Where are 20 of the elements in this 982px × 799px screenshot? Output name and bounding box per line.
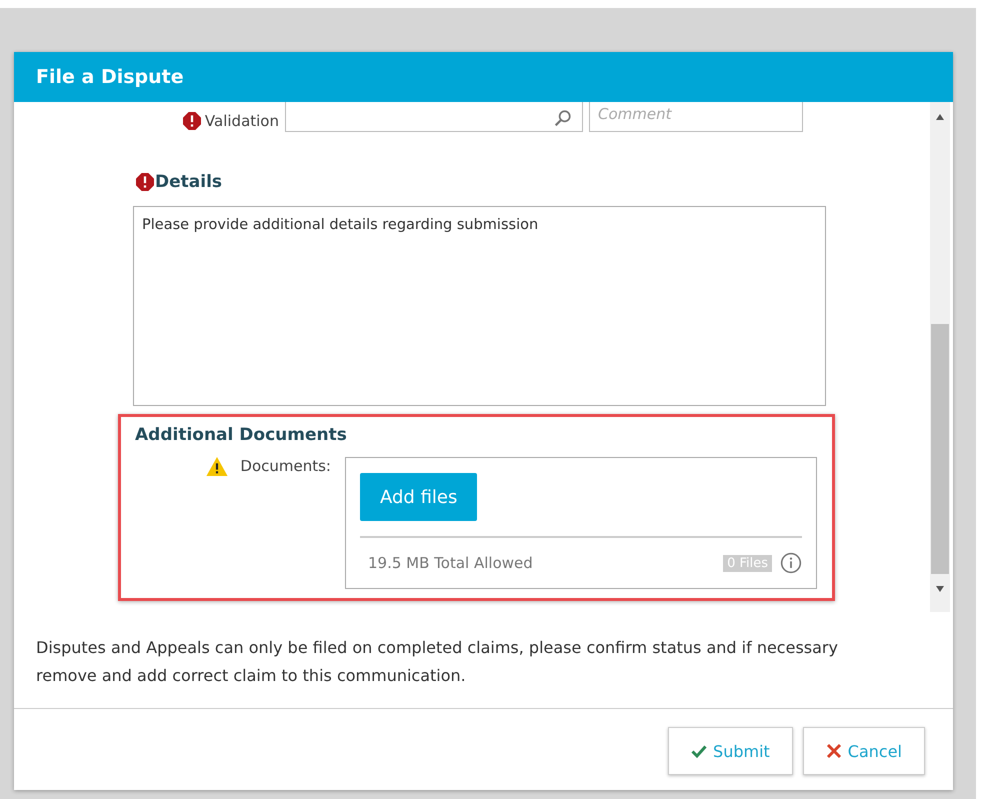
search-field[interactable] [285,102,583,132]
validation-label: Validation [204,112,279,130]
details-field[interactable]: Please provide additional details regarding submission [133,206,826,406]
scroll-up-icon[interactable] [936,114,944,120]
submit-button[interactable]: Submit [668,727,793,775]
documents-label: Documents: [240,457,331,475]
scroll-down-icon[interactable] [936,586,944,592]
details-label: Details [155,172,222,192]
scrollbar[interactable] [930,102,950,612]
cancel-button[interactable]: Cancel [802,727,925,775]
notice-text: Disputes and Appeals can only be filed on completed claims, please confirm status and if necessary remove and add correct claim to this communication. [36,637,839,687]
add-files-button[interactable]: Add files [360,473,478,521]
dialog-title: File a Dispute [36,66,184,88]
info-icon[interactable] [780,552,802,574]
close-icon [826,743,842,759]
search-icon [554,109,572,127]
size-limit: 19.5 MB Total Allowed [368,554,534,572]
section-heading: Additional Documents [135,425,348,445]
check-icon [691,743,708,759]
comment-field[interactable]: Comment [589,102,803,132]
